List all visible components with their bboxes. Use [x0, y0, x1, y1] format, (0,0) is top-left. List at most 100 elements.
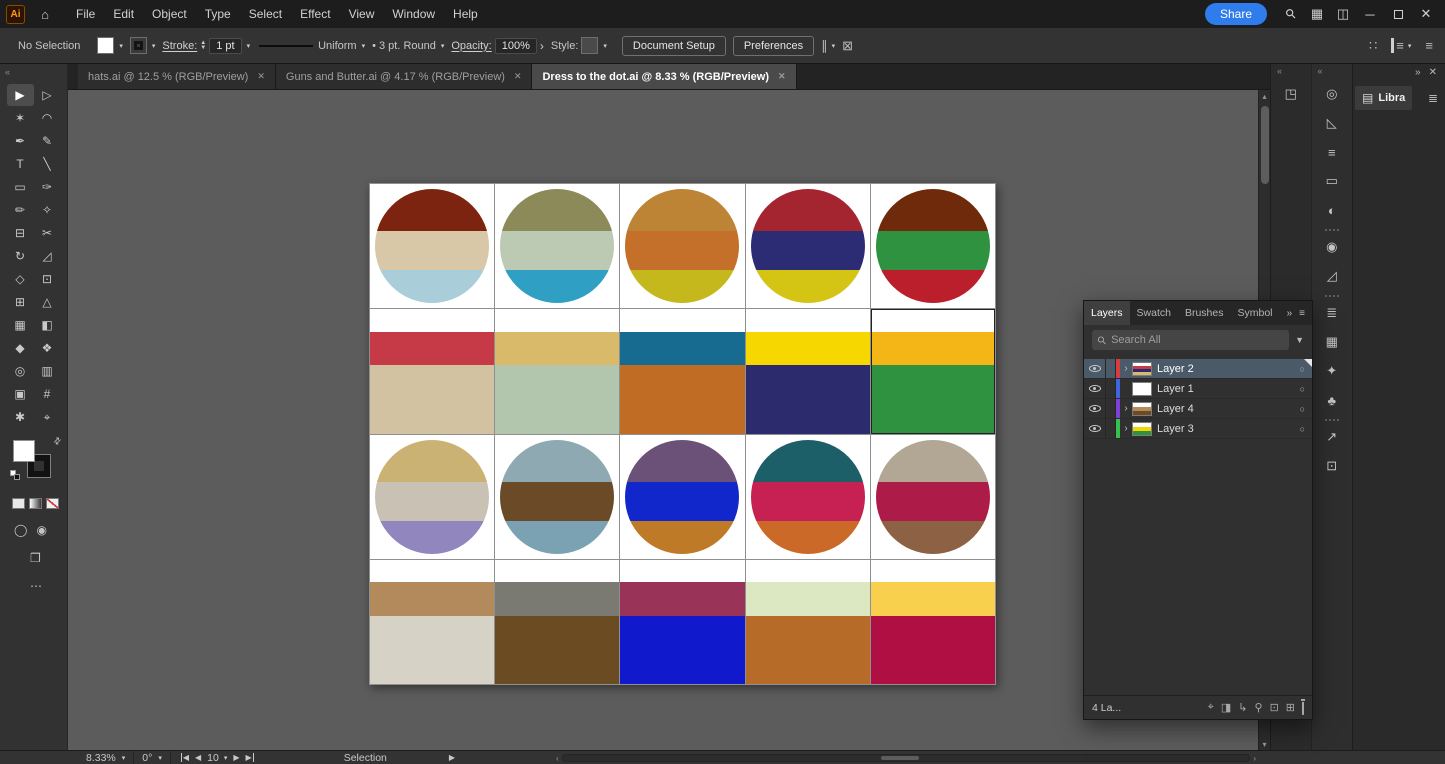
slice-tool[interactable]: # [34, 383, 61, 405]
canvas[interactable] [68, 90, 1258, 750]
eraser-tool[interactable]: ⊟ [7, 222, 34, 244]
swatch-cell[interactable] [871, 309, 995, 433]
search-icon[interactable]: ⚲ [1274, 0, 1308, 31]
more-tools-icon[interactable]: ⋯ [30, 579, 67, 593]
horizontal-scrollbar[interactable]: ‹ › [556, 753, 1256, 763]
stroke-weight-stepper[interactable]: ▲▼ [200, 41, 206, 51]
layer-target-icon[interactable]: ○ [1300, 364, 1305, 374]
home-icon[interactable]: ⌂ [33, 2, 57, 26]
hand-tool[interactable]: ✱ [7, 406, 34, 428]
artboards-panel-icon[interactable]: ⊡ [1319, 453, 1345, 479]
layer-target-icon[interactable]: ○ [1300, 424, 1305, 434]
first-artboard-icon[interactable]: ◀ [181, 753, 189, 762]
horizontal-scroll-track[interactable] [562, 754, 1251, 762]
gradient-panel-icon[interactable]: ◐ [1319, 197, 1345, 223]
new-sublayer-icon[interactable]: ↳ [1238, 701, 1247, 714]
eyedropper-tool[interactable]: ◆ [7, 337, 34, 359]
toolbar-collapse-icon[interactable]: « [0, 64, 67, 80]
style-swatch[interactable] [581, 37, 598, 54]
new-layer-icon[interactable]: ⊞ [1286, 701, 1295, 714]
menu-object[interactable]: Object [143, 0, 196, 28]
swatch-cell[interactable] [620, 184, 744, 308]
zoom-tool[interactable]: ⌖ [34, 406, 61, 428]
libraries-tab[interactable]: ▤ Libra [1355, 86, 1412, 110]
share-button[interactable]: Share [1205, 3, 1267, 25]
panel-layout-icon[interactable]: ◫ [1331, 2, 1355, 26]
panel-overflow-icon[interactable]: » [1287, 308, 1293, 319]
brush-definition-dropdown[interactable]: • 3 pt. Round ▾ [372, 40, 444, 52]
layer-row[interactable]: Layer 1○ [1084, 379, 1312, 399]
selection-tool[interactable]: ▶ [7, 84, 34, 106]
blend-tool[interactable]: ❖ [34, 337, 61, 359]
layer-thumbnail[interactable] [1132, 362, 1152, 376]
artboard-number-dropdown[interactable]: 10 ▾ [207, 752, 227, 764]
panel-menu-icon[interactable]: ≡ [1299, 308, 1305, 319]
brushes-panel-icon[interactable]: ♣ [1319, 387, 1345, 413]
direct-selection-tool[interactable]: ▷ [34, 84, 61, 106]
opacity-label[interactable]: Opacity: [451, 40, 491, 52]
magic-wand-tool[interactable]: ✶ [7, 107, 34, 129]
panel-tab-swatch[interactable]: Swatch [1130, 301, 1178, 325]
layers-search-box[interactable]: ⚲ [1092, 330, 1289, 350]
swap-fill-stroke-icon[interactable]: ⇅ [51, 435, 64, 448]
preferences-button[interactable]: Preferences [733, 36, 814, 56]
lock-column[interactable] [1106, 419, 1116, 438]
none-mode-icon[interactable] [46, 498, 59, 509]
scissors-tool[interactable]: ✂ [34, 222, 61, 244]
swatch-cell[interactable] [370, 184, 494, 308]
lock-column[interactable] [1106, 359, 1116, 378]
menu-view[interactable]: View [340, 0, 384, 28]
expand-chevron-icon[interactable]: › [1120, 363, 1132, 374]
swatch-cell[interactable] [746, 184, 870, 308]
merge-layers-icon[interactable]: ⊡ [1270, 701, 1279, 714]
fill-color-indicator[interactable] [13, 440, 35, 462]
panel-tab-symbol[interactable]: Symbol [1230, 301, 1279, 325]
swatch-cell[interactable] [370, 560, 494, 684]
close-tab-icon[interactable]: ✕ [257, 71, 265, 82]
rotate-tool[interactable]: ↻ [7, 245, 34, 267]
screen-mode-icon[interactable]: ❒ [30, 551, 67, 565]
lock-column[interactable] [1106, 399, 1116, 418]
pencil-tool[interactable]: ✏ [7, 199, 34, 221]
swatch-cell[interactable] [746, 309, 870, 433]
default-fill-stroke-icon[interactable] [10, 470, 22, 480]
isolate-mode-icon[interactable]: ⊠ [842, 38, 853, 54]
fill-swatch[interactable] [97, 37, 114, 54]
swatch-cell[interactable] [495, 560, 619, 684]
curvature-tool[interactable]: ✎ [34, 130, 61, 152]
pen-tool[interactable]: ✒ [7, 130, 34, 152]
layer-row[interactable]: ›Layer 4○ [1084, 399, 1312, 419]
scroll-up-icon[interactable]: ▴ [1262, 90, 1266, 102]
swatch-cell[interactable] [495, 184, 619, 308]
status-flyout-icon[interactable]: ▶ [449, 753, 455, 762]
dock-collapse-icon[interactable]: « [1271, 64, 1311, 78]
layer-row[interactable]: ›Layer 2○ [1084, 359, 1312, 379]
swatch-cell[interactable] [746, 560, 870, 684]
visibility-toggle[interactable] [1084, 359, 1106, 378]
stroke-color-dropdown[interactable]: ▾ [130, 37, 156, 54]
menu-type[interactable]: Type [196, 0, 240, 28]
layer-thumbnail[interactable] [1132, 382, 1152, 396]
clipping-mask-icon[interactable]: ◨ [1221, 701, 1231, 714]
swatch-cell[interactable] [620, 309, 744, 433]
locate-object-icon[interactable]: ⌖ [1208, 701, 1214, 714]
swatch-cell[interactable] [620, 560, 744, 684]
column-graph-tool[interactable]: ▥ [34, 360, 61, 382]
swatch-cell[interactable] [746, 435, 870, 559]
vertical-scroll-thumb[interactable] [1261, 106, 1269, 184]
transform-panel-icon[interactable]: ◿ [1319, 263, 1345, 289]
artboard-panel-icon[interactable]: ▭ [1319, 168, 1345, 194]
line-segment-tool[interactable]: ╲ [34, 153, 61, 175]
color-mode-icon[interactable] [12, 498, 25, 509]
fill-color-dropdown[interactable]: ▾ [97, 37, 123, 54]
caret-icon[interactable]: ▾ [247, 42, 251, 50]
swatch-cell[interactable] [495, 435, 619, 559]
perspective-grid-tool[interactable]: △ [34, 291, 61, 313]
swatches-panel-icon[interactable]: ▦ [1319, 329, 1345, 355]
menu-select[interactable]: Select [240, 0, 291, 28]
scroll-down-icon[interactable]: ▾ [1262, 738, 1266, 750]
workspace-switcher-icon[interactable]: ≡▾ [1391, 38, 1411, 53]
gradient-tool[interactable]: ◧ [34, 314, 61, 336]
3d-materials-icon[interactable]: ◳ [1278, 81, 1304, 107]
last-artboard-icon[interactable]: ▶ [246, 753, 254, 762]
